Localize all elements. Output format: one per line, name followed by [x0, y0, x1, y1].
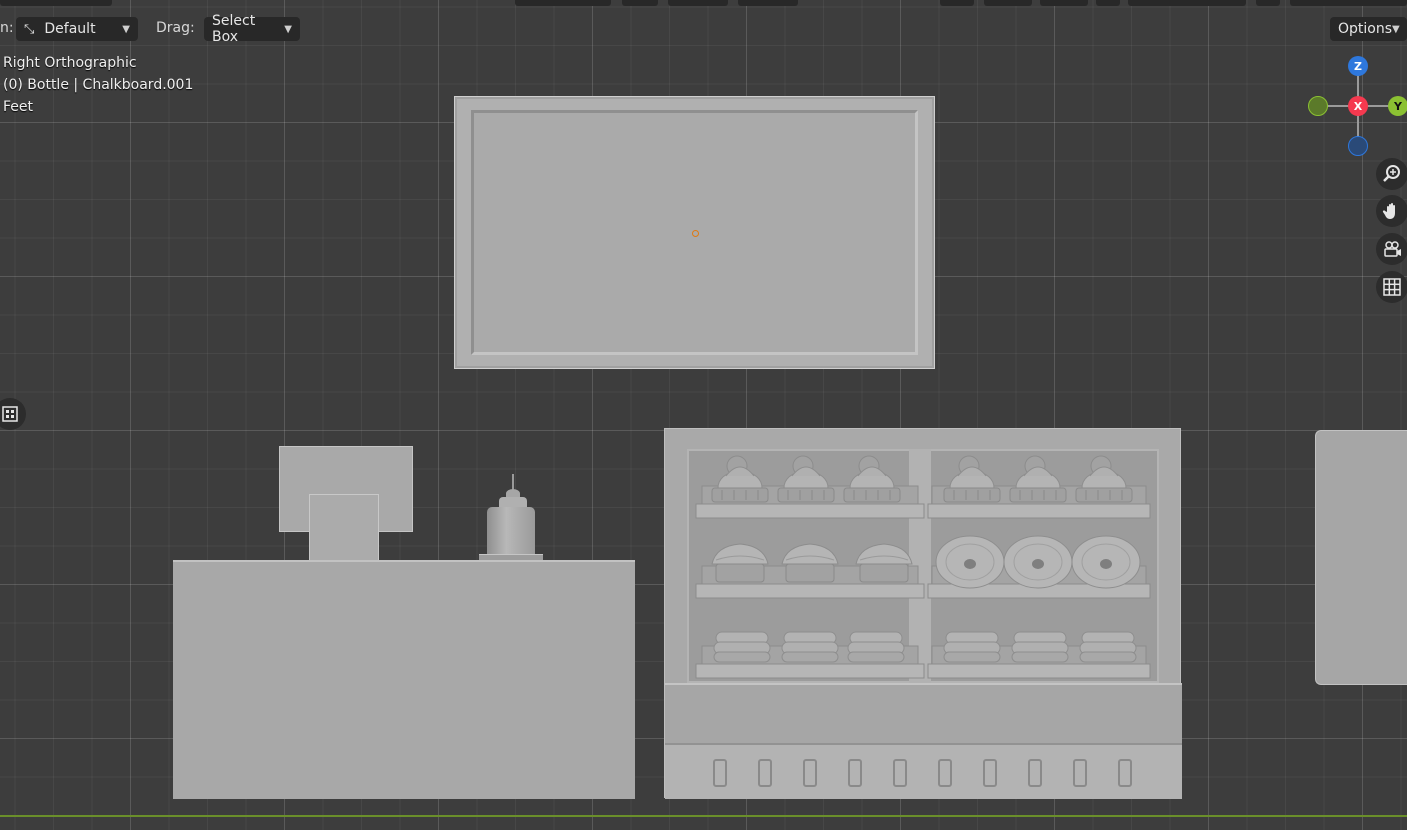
gizmo-toggle-clipped[interactable] [984, 0, 1032, 6]
gizmo-z-negative[interactable] [1348, 136, 1368, 156]
counter[interactable] [173, 560, 635, 799]
snap-clipped[interactable] [668, 0, 728, 6]
xray-clipped[interactable] [1096, 0, 1120, 6]
gizmo-y-negative[interactable] [1308, 96, 1328, 116]
tool-settings-bar: n: ⤡ Default ▼ Drag: Select Box ▼ Option… [0, 13, 1407, 45]
window-controls-clipped[interactable] [1290, 0, 1407, 6]
display-case-vents [665, 745, 1182, 799]
overlay-toggle-clipped[interactable] [1040, 0, 1088, 6]
options-dropdown[interactable]: Options ▼ [1330, 17, 1407, 41]
display-case-contents [695, 455, 1151, 679]
camera-icon [1384, 241, 1401, 257]
selection-info: (0) Bottle | Chalkboard.001 [3, 77, 194, 93]
gizmo-x-positive[interactable]: X [1348, 96, 1368, 116]
perspective-toggle-button[interactable] [1376, 271, 1407, 303]
proportional-clipped[interactable] [738, 0, 798, 6]
units-label: Feet [3, 99, 34, 115]
chevron-down-icon: ▼ [1392, 23, 1400, 35]
drag-label: Drag: [156, 20, 195, 36]
grid-icon [1383, 278, 1401, 296]
orientation-value: Default [44, 21, 96, 37]
transform-orientation-clipped[interactable] [515, 0, 611, 6]
pan-button[interactable] [1376, 195, 1407, 227]
zoom-icon [1383, 165, 1400, 182]
orientation-dropdown[interactable]: ⤡ Default ▼ [16, 17, 138, 41]
display-case-base [665, 683, 1182, 745]
camera-view-button[interactable] [1376, 233, 1407, 265]
chalkboard-frame[interactable] [454, 96, 935, 369]
chevron-down-icon: ▼ [122, 23, 130, 35]
shading-modes-clipped[interactable] [1128, 0, 1246, 6]
visibility-clipped[interactable] [940, 0, 974, 6]
ground-axis-line [0, 815, 1407, 817]
pivot-icon: ⤡ [24, 21, 35, 37]
object-origin-point [692, 230, 699, 237]
shading-options-clipped[interactable] [1256, 0, 1280, 6]
chevron-down-icon: ▼ [284, 23, 292, 35]
options-label: Options [1338, 21, 1393, 37]
register-stand[interactable] [309, 494, 379, 562]
checker-icon [2, 406, 18, 422]
fridge-partial[interactable] [1315, 430, 1407, 685]
pivot-clipped[interactable] [622, 0, 658, 6]
drag-dropdown[interactable]: Select Box ▼ [204, 13, 300, 45]
gizmo-z-positive[interactable]: Z [1348, 56, 1368, 76]
gizmo-y-positive[interactable]: Y [1388, 96, 1407, 116]
header-strip [0, 0, 1407, 8]
mode-selector-clipped[interactable] [0, 0, 112, 6]
hand-icon [1382, 203, 1395, 219]
drag-value: Select Box [212, 13, 256, 45]
view-name: Right Orthographic [3, 55, 137, 71]
zoom-button[interactable] [1376, 158, 1407, 190]
orientation-label: n: [0, 20, 14, 36]
